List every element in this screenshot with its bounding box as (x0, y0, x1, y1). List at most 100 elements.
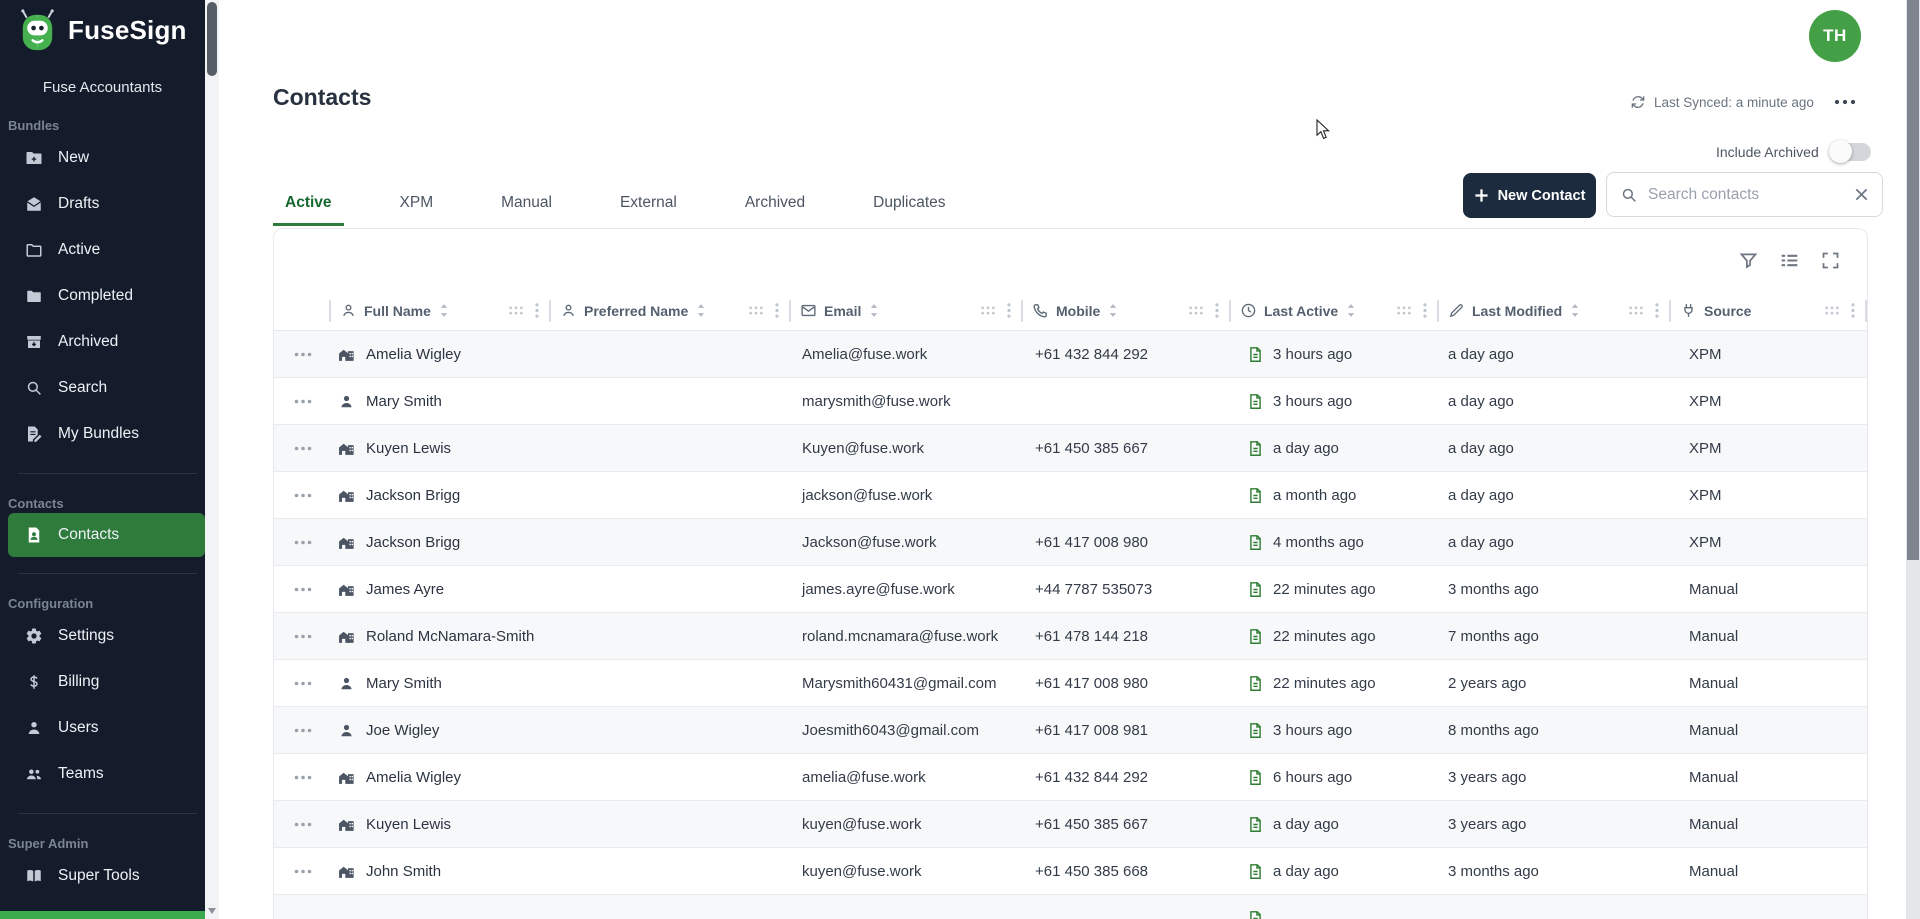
tab-duplicates[interactable]: Duplicates (861, 185, 957, 226)
column-header-mobile[interactable]: Mobile (1023, 291, 1231, 330)
row-menu-icon[interactable] (294, 540, 312, 545)
clear-search-icon[interactable] (1854, 187, 1869, 202)
column-header-last-modified[interactable]: Last Modified (1439, 291, 1671, 330)
tab-manual[interactable]: Manual (489, 185, 564, 226)
column-header-preferred-name[interactable]: Preferred Name (551, 291, 791, 330)
column-header-full-name[interactable]: Full Name (331, 291, 551, 330)
sort-icon[interactable] (1107, 302, 1119, 319)
tab-external[interactable]: External (608, 185, 689, 226)
tab-xpm[interactable]: XPM (388, 185, 446, 226)
search-contacts-input[interactable] (1648, 186, 1844, 204)
last-synced-label: Last Synced: a minute ago (1654, 95, 1814, 110)
column-header-source[interactable]: Source (1671, 291, 1867, 330)
table-row[interactable]: John Smithkuyen@fuse.work+61 450 385 668… (274, 848, 1867, 895)
contact-card-icon (25, 526, 43, 544)
drag-handle-icon[interactable] (1824, 305, 1840, 316)
sidebar-item-completed[interactable]: Completed (0, 273, 205, 319)
sidebar-scrollbar-thumb[interactable] (207, 2, 217, 76)
kebab-menu-icon[interactable] (1423, 303, 1427, 318)
row-menu-icon[interactable] (294, 869, 312, 874)
kebab-menu-icon[interactable] (1215, 303, 1219, 318)
table-row[interactable]: Mary SmithMarysmith60431@gmail.com+61 41… (274, 660, 1867, 707)
document-icon (1247, 393, 1264, 410)
tab-archived[interactable]: Archived (733, 185, 817, 226)
sort-icon[interactable] (868, 302, 880, 319)
organisation-icon (338, 487, 355, 504)
table-row[interactable]: Jackson Briggjackson@fuse.worka month ag… (274, 472, 1867, 519)
drag-handle-icon[interactable] (1628, 305, 1644, 316)
drag-handle-icon[interactable] (1396, 305, 1412, 316)
sidebar-item-settings[interactable]: Settings (0, 613, 205, 659)
sidebar-scrollbar-down-arrow-icon[interactable] (208, 908, 216, 914)
sort-icon[interactable] (695, 302, 707, 319)
row-menu-icon[interactable] (294, 775, 312, 780)
expand-icon[interactable] (1820, 250, 1841, 271)
row-menu-icon[interactable] (294, 822, 312, 827)
row-menu-icon[interactable] (294, 352, 312, 357)
sidebar-item-my-bundles[interactable]: My Bundles (0, 411, 205, 457)
page-scrollbar[interactable] (1906, 0, 1920, 919)
header-more-menu-icon[interactable] (1834, 99, 1856, 105)
cell-last-modified: a day ago (1439, 393, 1671, 410)
sort-icon[interactable] (438, 302, 450, 319)
page-scrollbar-thumb[interactable] (1907, 0, 1919, 560)
include-archived-toggle[interactable] (1831, 143, 1871, 161)
cell-full-name: Kuyen Lewis (331, 816, 551, 833)
table-row[interactable]: Roland McNamara-Smithroland.mcnamara@fus… (274, 613, 1867, 660)
cell-last-active: 4 months ago (1231, 534, 1439, 551)
table-row[interactable]: Jackson BriggJackson@fuse.work+61 417 00… (274, 519, 1867, 566)
row-menu-icon[interactable] (294, 493, 312, 498)
sidebar-scrollbar[interactable] (205, 0, 219, 919)
sidebar-item-users[interactable]: Users (0, 705, 205, 751)
filter-icon[interactable] (1738, 250, 1759, 271)
sidebar-item-super-tools[interactable]: Super Tools (0, 853, 205, 899)
sort-icon[interactable] (1345, 302, 1357, 319)
kebab-menu-icon[interactable] (775, 303, 779, 318)
tab-active[interactable]: Active (273, 185, 344, 226)
sidebar-section-label-configuration: Configuration (0, 596, 205, 611)
sidebar-item-active[interactable]: Active (0, 227, 205, 273)
table-row[interactable]: Amelia WigleyAmelia@fuse.work+61 432 844… (274, 331, 1867, 378)
column-header-last-active[interactable]: Last Active (1231, 291, 1439, 330)
sidebar-item-new[interactable]: New (0, 135, 205, 181)
user-avatar[interactable]: TH (1809, 10, 1861, 62)
new-contact-button[interactable]: New Contact (1463, 173, 1596, 218)
row-menu-icon[interactable] (294, 587, 312, 592)
drag-handle-icon[interactable] (508, 305, 524, 316)
refresh-icon[interactable] (1630, 94, 1646, 110)
table-row[interactable]: Mary Smithmarysmith@fuse.work3 hours ago… (274, 378, 1867, 425)
kebab-menu-icon[interactable] (535, 303, 539, 318)
sort-icon[interactable] (1569, 302, 1581, 319)
table-row[interactable]: Kuyen LewisKuyen@fuse.work+61 450 385 66… (274, 425, 1867, 472)
sidebar-item-contacts[interactable]: Contacts (8, 513, 205, 557)
drag-handle-icon[interactable] (980, 305, 996, 316)
drag-handle-icon[interactable] (748, 305, 764, 316)
row-menu-icon[interactable] (294, 728, 312, 733)
column-list-icon[interactable] (1779, 250, 1800, 271)
row-menu-icon[interactable] (294, 399, 312, 404)
sidebar-item-teams[interactable]: Teams (0, 751, 205, 797)
row-menu-icon[interactable] (294, 681, 312, 686)
kebab-menu-icon[interactable] (1655, 303, 1659, 318)
full-name-text: James Ayre (366, 581, 444, 598)
column-header-email[interactable]: Email (791, 291, 1023, 330)
sidebar-item-search[interactable]: Search (0, 365, 205, 411)
cell-email: Kuyen@fuse.work (791, 440, 1023, 457)
table-row[interactable]: Amelia Wigleyamelia@fuse.work+61 432 844… (274, 754, 1867, 801)
cell-row-menu (274, 869, 331, 874)
kebab-menu-icon[interactable] (1851, 303, 1855, 318)
sidebar-item-billing[interactable]: Billing (0, 659, 205, 705)
brand-logo[interactable]: FuseSign (0, 0, 205, 54)
table-row[interactable] (274, 895, 1867, 919)
kebab-menu-icon[interactable] (1007, 303, 1011, 318)
table-row[interactable]: James Ayrejames.ayre@fuse.work+44 7787 5… (274, 566, 1867, 613)
sidebar-item-archived[interactable]: Archived (0, 319, 205, 365)
table-body: Amelia WigleyAmelia@fuse.work+61 432 844… (274, 331, 1867, 919)
sidebar-item-drafts[interactable]: Drafts (0, 181, 205, 227)
table-row[interactable]: Kuyen Lewiskuyen@fuse.work+61 450 385 66… (274, 801, 1867, 848)
drag-handle-icon[interactable] (1188, 305, 1204, 316)
row-menu-icon[interactable] (294, 446, 312, 451)
table-row[interactable]: Joe WigleyJoesmith6043@gmail.com+61 417 … (274, 707, 1867, 754)
full-name-text: Kuyen Lewis (366, 816, 451, 833)
row-menu-icon[interactable] (294, 634, 312, 639)
